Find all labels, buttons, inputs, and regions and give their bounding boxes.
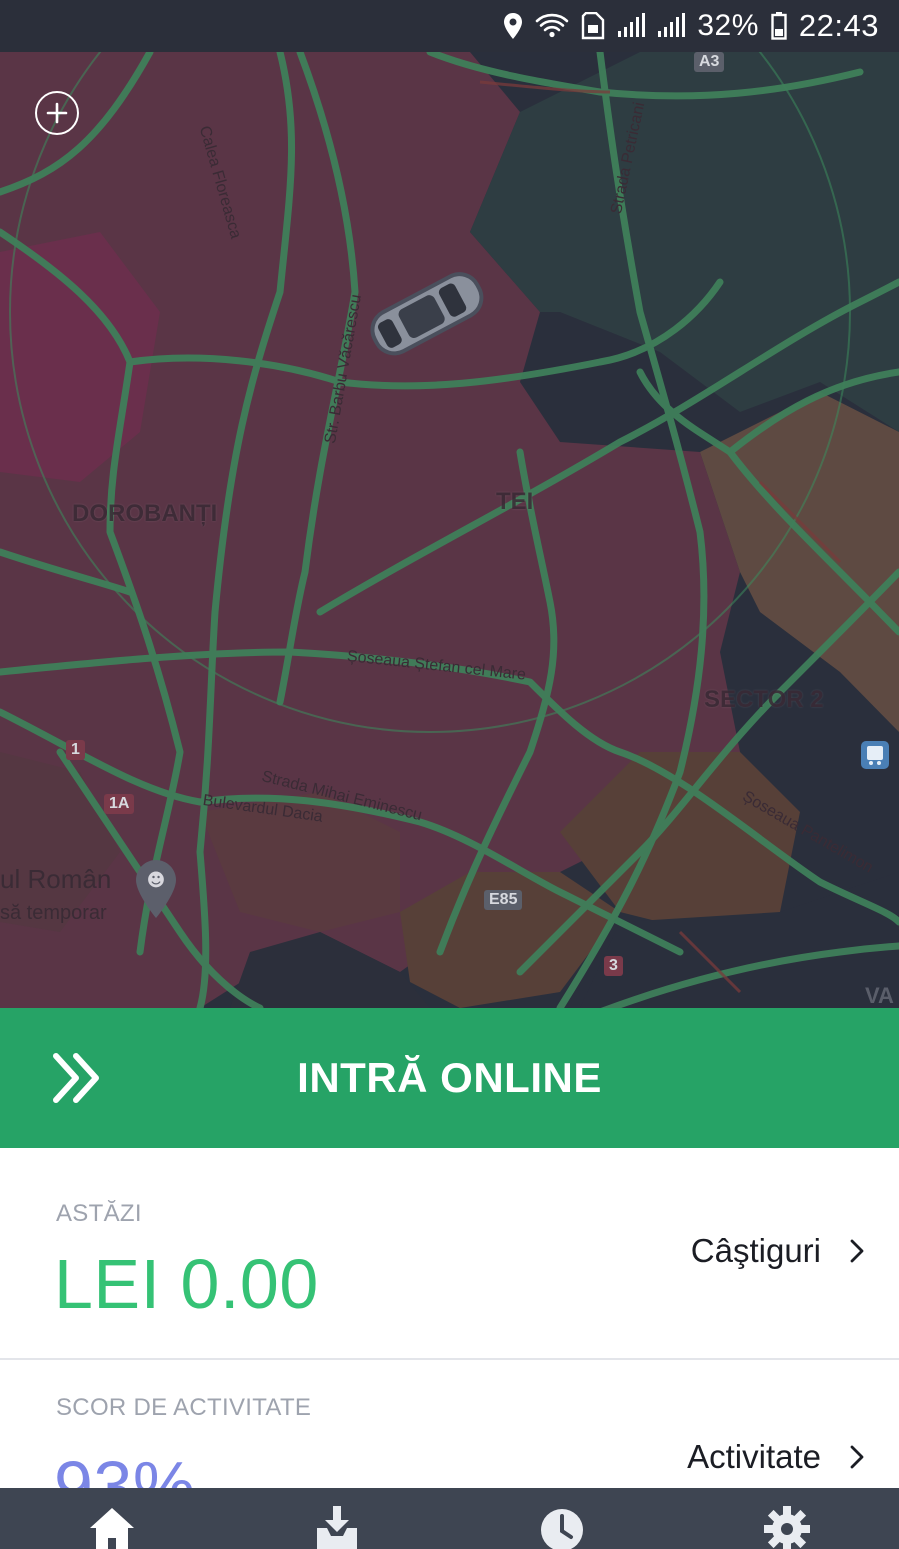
car-icon	[356, 262, 496, 362]
activity-score: 93%	[54, 1447, 196, 1488]
bottom-nav	[0, 1488, 899, 1549]
activity-caption: SCOR DE ACTIVITATE	[56, 1394, 312, 1421]
earnings-link-label: Câştiguri	[690, 1232, 821, 1269]
road-shield-1a: 1A	[104, 794, 135, 814]
plus-icon	[46, 102, 68, 124]
clock-time: 22:43	[798, 8, 879, 43]
double-chevron-right-icon	[50, 1052, 102, 1109]
earnings-card[interactable]: ASTĂZI LEI 0.00 Câştiguri	[0, 1148, 899, 1360]
chevron-right-icon	[850, 1445, 864, 1469]
road-shield-1: 1	[66, 740, 85, 760]
area-label-sector2: SECTOR 2	[704, 686, 824, 713]
signal-icon	[657, 13, 686, 39]
activity-card[interactable]: SCOR DE ACTIVITATE 93% Activitate	[0, 1362, 899, 1488]
road-shield-3: 3	[604, 956, 623, 976]
transit-icon	[860, 740, 890, 770]
svg-text:☻: ☻	[147, 870, 166, 891]
battery-icon	[771, 12, 787, 40]
inbox-icon	[317, 1506, 358, 1549]
signal-icon	[617, 13, 646, 39]
nav-history[interactable]	[450, 1488, 675, 1549]
earnings-caption: ASTĂZI	[56, 1200, 142, 1227]
area-label-dorobanti: DOROBANȚI	[72, 500, 218, 527]
location-icon	[503, 13, 523, 39]
nav-settings[interactable]	[674, 1488, 899, 1549]
activity-link-label: Activitate	[687, 1438, 821, 1475]
nav-home[interactable]	[0, 1488, 225, 1549]
status-bar: 32% 22:43	[0, 0, 899, 52]
area-label-tei: TEI	[496, 488, 534, 515]
activity-link[interactable]: Activitate	[687, 1438, 865, 1476]
map-view[interactable]: DOROBANȚI TEI SECTOR 2 Calea Floreasca S…	[0, 52, 899, 1008]
poi-marker[interactable]: ☻	[134, 858, 178, 922]
nav-inbox[interactable]	[225, 1488, 450, 1549]
zoom-in-button[interactable]	[35, 91, 79, 135]
clock-icon	[540, 1509, 583, 1549]
poi-status: să temporar	[0, 902, 107, 924]
earnings-link[interactable]: Câştiguri	[691, 1232, 865, 1270]
earnings-amount: LEI 0.00	[54, 1245, 319, 1323]
go-online-button[interactable]: INTRĂ ONLINE	[0, 1008, 899, 1148]
road-shield-va: VA	[865, 983, 894, 1008]
go-online-label: INTRĂ ONLINE	[297, 1054, 602, 1101]
chevron-right-icon	[850, 1239, 864, 1263]
wifi-icon	[535, 13, 569, 39]
battery-percent: 32%	[697, 9, 759, 42]
road-shield-a3: A3	[694, 52, 725, 72]
road-shield-e85: E85	[484, 890, 523, 910]
settings-icon	[763, 1506, 810, 1549]
sim-icon	[581, 12, 605, 40]
home-icon	[90, 1508, 135, 1549]
poi-name: ul Român	[0, 864, 112, 894]
